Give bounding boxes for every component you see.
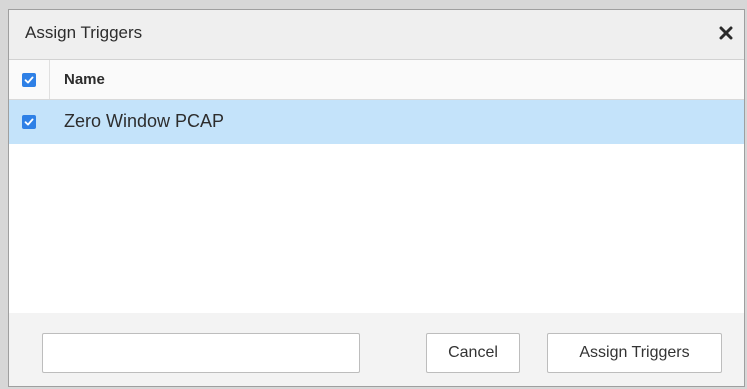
row-checkbox[interactable] [22, 115, 36, 129]
column-header-name[interactable]: Name [64, 71, 105, 88]
dialog-title: Assign Triggers [25, 23, 143, 42]
assign-triggers-button[interactable]: Assign Triggers [547, 333, 722, 373]
cancel-button[interactable]: Cancel [426, 333, 520, 373]
filter-input[interactable] [42, 333, 360, 373]
triggers-list: Zero Window PCAP [9, 100, 744, 314]
row-name: Zero Window PCAP [64, 111, 225, 131]
dialog-titlebar: Assign Triggers [9, 10, 744, 60]
column-separator [49, 60, 50, 99]
dialog-footer: Cancel Assign Triggers [9, 313, 744, 386]
table-row[interactable]: Zero Window PCAP [9, 100, 744, 144]
checkmark-icon [24, 76, 34, 84]
assign-triggers-dialog: Assign Triggers Name Zero Window PCAP Ca… [8, 9, 745, 387]
close-icon[interactable] [714, 21, 738, 45]
table-header: Name [9, 60, 744, 100]
checkmark-icon [24, 118, 34, 126]
select-all-checkbox[interactable] [22, 73, 36, 87]
